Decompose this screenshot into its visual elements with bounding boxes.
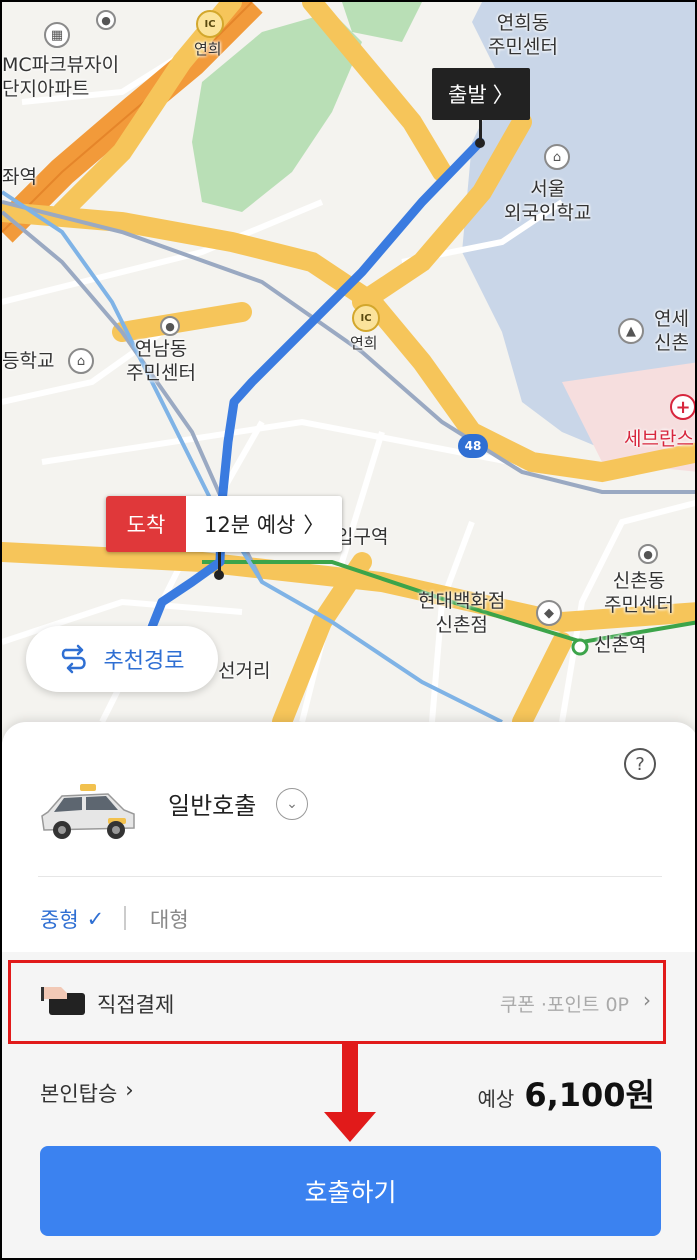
size-separator (124, 906, 126, 930)
price-prefix: 예상 (477, 1087, 515, 1111)
label-yeonnam-center: 연남동 주민센터 (126, 338, 196, 384)
size-option-mid[interactable]: 중형 ✓ (40, 904, 104, 934)
ic-badge-icon: IC (196, 10, 224, 38)
call-taxi-button[interactable]: 호출하기 (40, 1146, 661, 1236)
payment-method-row[interactable]: 직접결제 쿠폰 ·포인트 0P › (8, 960, 666, 1044)
coupon-point-text: 쿠폰 ·포인트 0P (499, 994, 629, 1016)
label-hyundai-department: 현대백화점 신촌점 (418, 590, 506, 636)
app-screen: MC파크뷰자이 단지아파트 좌역 연희동 주민센터 서울 외국인학교 연남동 주민센터 … (0, 0, 697, 1260)
school-icon: ⌂ (544, 144, 570, 170)
label-intersection: 선거리 (218, 660, 271, 682)
hospital-icon: + (670, 394, 695, 420)
community-center-icon: ● (96, 10, 116, 30)
self-ride-option[interactable]: 본인탑승 › (40, 1078, 134, 1108)
check-icon: ✓ (86, 907, 105, 931)
arrival-marker[interactable]: 도착 12분 예상 〉 (106, 496, 343, 552)
help-icon[interactable]: ? (624, 748, 656, 780)
service-name[interactable]: 일반호출 (168, 786, 256, 821)
recommended-route-button[interactable]: 추천경로 (26, 626, 218, 692)
chevron-right-icon: › (643, 988, 651, 1012)
ic-badge-icon: IC (352, 304, 380, 332)
university-icon: ▲ (618, 318, 644, 344)
route-icon (61, 644, 86, 674)
recommended-route-label: 추천경로 (103, 649, 185, 674)
label-yeonhui-center: 연희동 주민센터 (488, 12, 558, 58)
label-sinchon-center: 신촌동 주민센터 (604, 570, 674, 616)
label-school: 등학교 (2, 350, 55, 372)
size-option-large[interactable]: 대형 (150, 904, 189, 934)
map-view[interactable]: MC파크뷰자이 단지아파트 좌역 연희동 주민센터 서울 외국인학교 연남동 주민센터 … (2, 2, 695, 742)
eta-text: 12분 예상 (204, 513, 296, 537)
price-value: 6,100원 (524, 1076, 655, 1114)
taxi-icon (41, 784, 135, 839)
label-sinchon-station: 신촌역 (594, 634, 647, 656)
chevron-down-icon[interactable]: ⌄ (276, 788, 308, 820)
road-number-badge: 48 (458, 434, 488, 458)
label-ic-top: 연희 (194, 40, 222, 58)
label-station-gajwa: 좌역 (2, 166, 37, 188)
community-center-icon: ● (638, 544, 658, 564)
divider (38, 876, 662, 877)
start-label: 출발 (448, 83, 487, 107)
chevron-right-icon: 〉 (492, 83, 514, 107)
label-hongik-station: 입구역 (336, 526, 389, 548)
arrival-dot (214, 570, 224, 580)
label-seoul-foreign-school: 서울 외국인학교 (504, 178, 592, 224)
self-ride-label: 본인탑승 (40, 1082, 118, 1106)
apartment-icon: ▦ (44, 22, 70, 48)
shopping-icon: ◆ (536, 600, 562, 626)
card-icon (41, 987, 85, 1015)
arrival-eta: 12분 예상 〉 (186, 496, 343, 552)
payment-method-label: 직접결제 (97, 993, 175, 1017)
size-mid-label: 중형 (40, 908, 79, 932)
label-yonsei: 연세 신촌 (654, 308, 689, 354)
label-severance: 세브란스 (624, 428, 694, 450)
chevron-right-icon: › (125, 1078, 134, 1102)
label-dmc: MC파크뷰자이 단지아파트 (2, 54, 120, 100)
start-dot (475, 138, 485, 148)
annotation-arrow-icon (324, 1044, 376, 1142)
estimated-price: 예상 6,100원 (478, 1070, 655, 1116)
arrival-label: 도착 (106, 496, 186, 552)
school-icon: ⌂ (68, 348, 94, 374)
start-marker[interactable]: 출발 〉 (432, 68, 530, 120)
community-center-icon: ● (160, 316, 180, 336)
label-ic-mid: 연희 (350, 334, 378, 352)
chevron-right-icon: 〉 (303, 513, 325, 537)
